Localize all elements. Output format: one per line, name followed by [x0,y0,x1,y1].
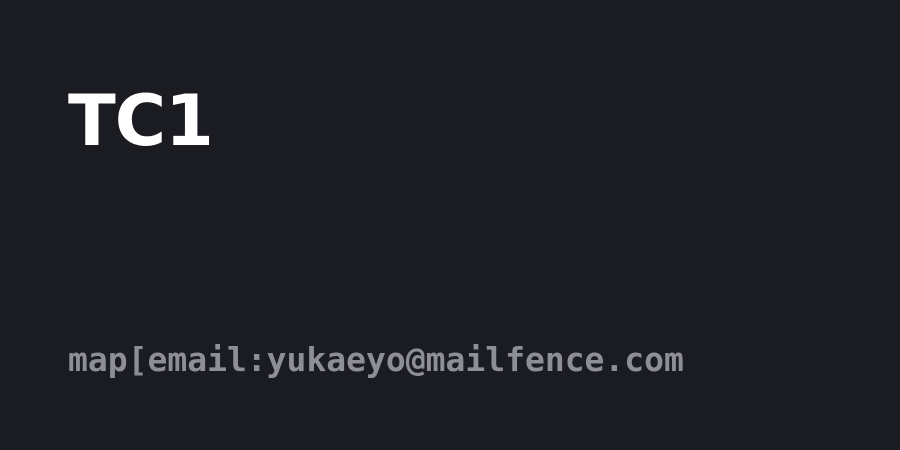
card-meta-text: map[email:yukaeyo@mailfence.com [68,340,684,379]
card-title: TC1 [68,80,214,162]
preview-card: TC1 map[email:yukaeyo@mailfence.com [0,0,900,450]
